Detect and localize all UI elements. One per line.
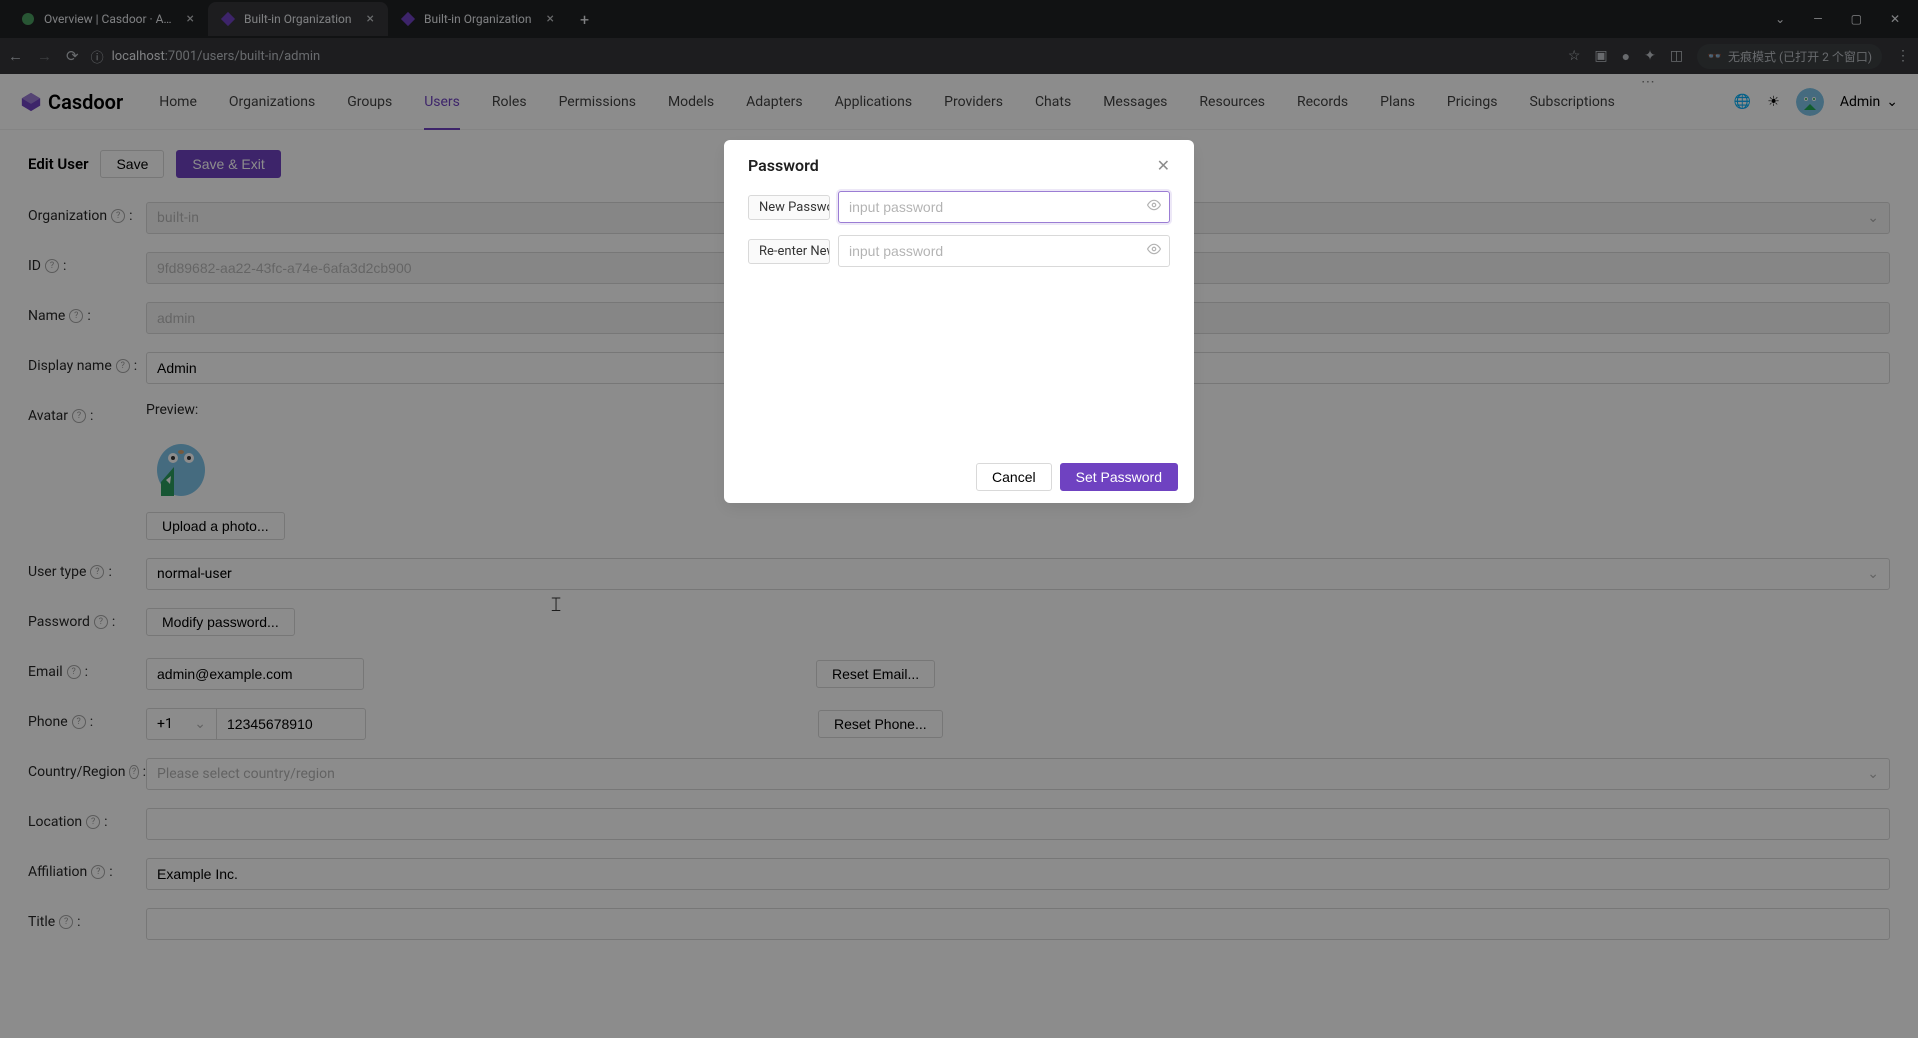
eye-icon[interactable] (1147, 198, 1161, 216)
cancel-button[interactable]: Cancel (976, 463, 1052, 491)
reenter-password-label: Re-enter New (748, 239, 830, 264)
password-modal: Password ✕ New Password Re-enter New Can… (724, 140, 1194, 503)
modal-title: Password (748, 156, 819, 175)
eye-icon[interactable] (1147, 242, 1161, 260)
reenter-password-input[interactable] (838, 235, 1170, 267)
new-password-label: New Password (748, 195, 830, 220)
close-icon[interactable]: ✕ (1157, 156, 1170, 175)
new-password-input[interactable] (838, 191, 1170, 223)
set-password-button[interactable]: Set Password (1060, 463, 1178, 491)
